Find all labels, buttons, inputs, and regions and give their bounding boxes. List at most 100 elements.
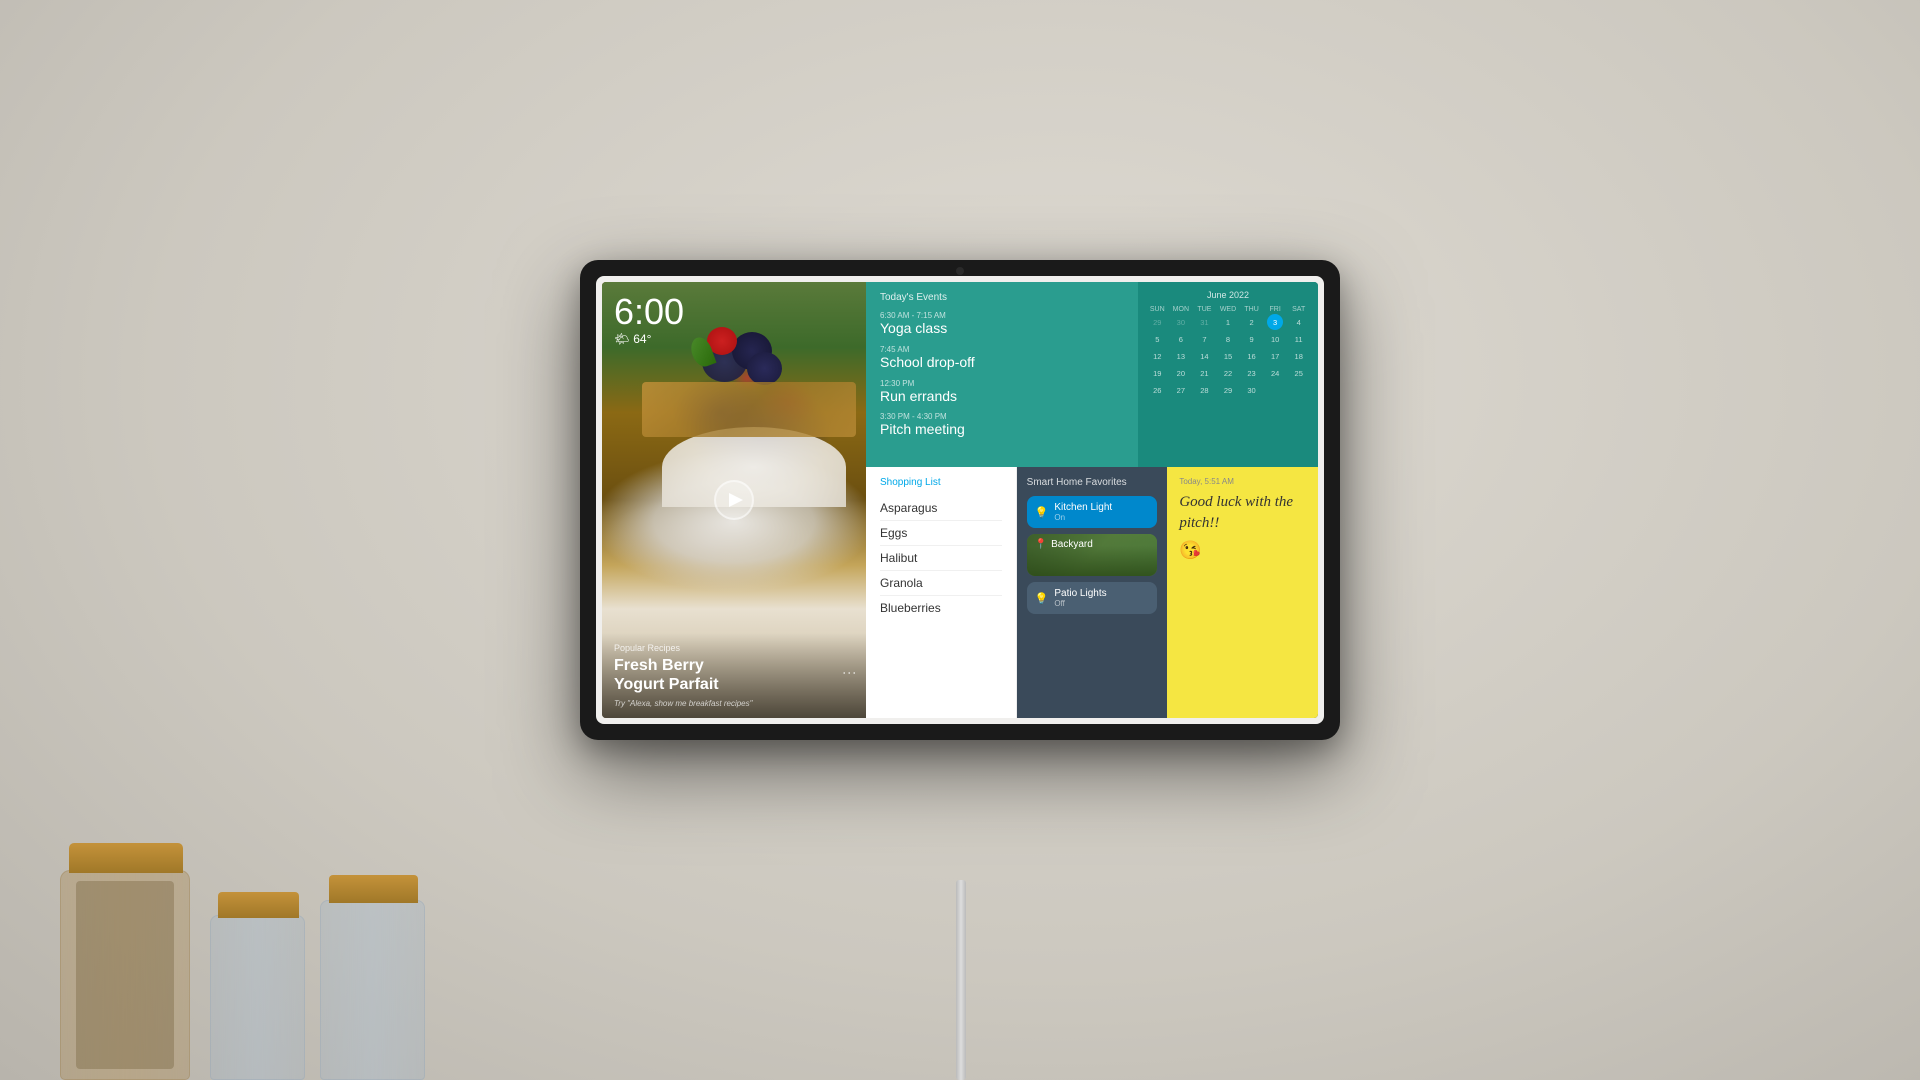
- cal-day[interactable]: 22: [1220, 365, 1236, 381]
- cal-day[interactable]: 28: [1196, 382, 1212, 398]
- cal-day[interactable]: 21: [1196, 365, 1212, 381]
- cal-day[interactable]: 7: [1196, 331, 1212, 347]
- cal-day-today[interactable]: 3: [1267, 314, 1283, 330]
- light-icon: 💡: [1035, 506, 1049, 519]
- time-display: 6:00: [614, 294, 684, 330]
- cal-day[interactable]: 26: [1149, 382, 1165, 398]
- cal-day[interactable]: 24: [1267, 365, 1283, 381]
- play-button[interactable]: [714, 480, 754, 520]
- recipe-hint: Try "Alexa, show me breakfast recipes": [614, 699, 854, 708]
- note-emoji: 😘: [1179, 540, 1306, 561]
- cal-header-sat: SAT: [1287, 306, 1310, 313]
- note-time: Today, 5:51 AM: [1179, 477, 1306, 486]
- calendar-month: June 2022: [1146, 290, 1310, 300]
- top-section: Today's Events 6:30 AM - 7:15 AM Yoga cl…: [866, 282, 1318, 467]
- note-text: Good luck with the pitch!!: [1179, 492, 1306, 534]
- shopping-item[interactable]: Halibut: [880, 546, 1002, 571]
- backyard-button[interactable]: 📍 Backyard: [1027, 534, 1158, 576]
- event-name: Pitch meeting: [880, 421, 1124, 438]
- play-icon: [729, 493, 743, 507]
- recipe-panel: 6:00 🌤 64° Popular Recipes Fresh BerryYo…: [602, 282, 866, 718]
- cal-day[interactable]: 8: [1220, 331, 1236, 347]
- cal-header-fri: FRI: [1264, 306, 1287, 313]
- event-name: Run errands: [880, 388, 1124, 405]
- cal-day[interactable]: 19: [1149, 365, 1165, 381]
- cal-day[interactable]: 9: [1244, 331, 1260, 347]
- cal-day: [1267, 382, 1283, 398]
- cal-day[interactable]: 29: [1220, 382, 1236, 398]
- cal-day[interactable]: 23: [1244, 365, 1260, 381]
- time-weather: 6:00 🌤 64°: [614, 294, 684, 346]
- cal-day[interactable]: 12: [1149, 348, 1165, 364]
- cal-header-tue: TUE: [1193, 306, 1216, 313]
- shopping-item[interactable]: Eggs: [880, 521, 1002, 546]
- kitchen-light-name: Kitchen Light: [1054, 502, 1149, 513]
- shopping-item[interactable]: Granola: [880, 571, 1002, 596]
- event-item[interactable]: 7:45 AM School drop-off: [880, 345, 1124, 371]
- cal-day[interactable]: 20: [1173, 365, 1189, 381]
- note-panel: Today, 5:51 AM Good luck with the pitch!…: [1167, 467, 1318, 718]
- event-time: 7:45 AM: [880, 345, 1124, 354]
- patio-lights-status: Off: [1054, 599, 1149, 608]
- smarthome-panel: Smart Home Favorites 💡 Kitchen Light On: [1017, 467, 1168, 718]
- shopping-list-title: Shopping List: [880, 477, 1002, 488]
- cal-day[interactable]: 15: [1220, 348, 1236, 364]
- right-panel: Today's Events 6:30 AM - 7:15 AM Yoga cl…: [866, 282, 1318, 718]
- backyard-name: Backyard: [1051, 539, 1093, 550]
- recipe-title: Fresh BerryYogurt Parfait: [614, 656, 854, 694]
- event-item[interactable]: 12:30 PM Run errands: [880, 379, 1124, 405]
- patio-lights-button[interactable]: 💡 Patio Lights Off: [1027, 582, 1158, 614]
- recipe-tag: Popular Recipes: [614, 643, 854, 653]
- shopping-item[interactable]: Asparagus: [880, 496, 1002, 521]
- cal-day[interactable]: 5: [1149, 331, 1165, 347]
- patio-light-icon: 💡: [1035, 592, 1049, 605]
- events-title: Today's Events: [880, 292, 1124, 303]
- cal-day[interactable]: 14: [1196, 348, 1212, 364]
- dots-menu[interactable]: ⋮: [842, 666, 858, 682]
- cal-header-wed: WED: [1217, 306, 1240, 313]
- event-item[interactable]: 3:30 PM - 4:30 PM Pitch meeting: [880, 412, 1124, 438]
- cal-day: [1291, 382, 1307, 398]
- calendar-grid: SUN MON TUE WED THU FRI SAT 29 30 31 1: [1146, 306, 1310, 398]
- cal-day[interactable]: 11: [1291, 331, 1307, 347]
- patio-lights-info: Patio Lights Off: [1054, 588, 1149, 608]
- event-item[interactable]: 6:30 AM - 7:15 AM Yoga class: [880, 311, 1124, 337]
- cal-day[interactable]: 29: [1149, 314, 1165, 330]
- cal-day[interactable]: 17: [1267, 348, 1283, 364]
- location-icon: 📍: [1035, 539, 1047, 550]
- cal-day[interactable]: 27: [1173, 382, 1189, 398]
- cal-day[interactable]: 10: [1267, 331, 1283, 347]
- calendar-panel: June 2022 SUN MON TUE WED THU FRI SAT 29: [1138, 282, 1318, 467]
- patio-lights-name: Patio Lights: [1054, 588, 1149, 599]
- screen: 6:00 🌤 64° Popular Recipes Fresh BerryYo…: [602, 282, 1318, 718]
- cal-day[interactable]: 16: [1244, 348, 1260, 364]
- cal-day[interactable]: 30: [1244, 382, 1260, 398]
- cal-day[interactable]: 1: [1220, 314, 1236, 330]
- kitchen-light-status: On: [1054, 513, 1149, 522]
- event-time: 6:30 AM - 7:15 AM: [880, 311, 1124, 320]
- kitchen-light-info: Kitchen Light On: [1054, 502, 1149, 522]
- weather-icon: 🌤: [614, 332, 629, 346]
- cal-day[interactable]: 2: [1244, 314, 1260, 330]
- smarthome-title: Smart Home Favorites: [1027, 477, 1158, 488]
- cal-day[interactable]: 31: [1196, 314, 1212, 330]
- event-time: 3:30 PM - 4:30 PM: [880, 412, 1124, 421]
- cal-header-mon: MON: [1170, 306, 1193, 313]
- cal-day[interactable]: 4: [1291, 314, 1307, 330]
- cal-day[interactable]: 25: [1291, 365, 1307, 381]
- cal-day[interactable]: 6: [1173, 331, 1189, 347]
- cal-day[interactable]: 13: [1173, 348, 1189, 364]
- kitchen-light-button[interactable]: 💡 Kitchen Light On: [1027, 496, 1158, 528]
- weather-display: 🌤 64°: [614, 332, 684, 346]
- cal-day[interactable]: 30: [1173, 314, 1189, 330]
- event-time: 12:30 PM: [880, 379, 1124, 388]
- event-name: School drop-off: [880, 354, 1124, 371]
- cal-day[interactable]: 18: [1291, 348, 1307, 364]
- recipe-info: Popular Recipes Fresh BerryYogurt Parfai…: [602, 633, 866, 718]
- cal-header-thu: THU: [1240, 306, 1263, 313]
- camera-dot: [956, 267, 964, 275]
- shopping-item[interactable]: Blueberries: [880, 596, 1002, 620]
- cal-header-sun: SUN: [1146, 306, 1169, 313]
- shopping-panel: Shopping List Asparagus Eggs Halibut Gra…: [866, 467, 1017, 718]
- device-bezel: 6:00 🌤 64° Popular Recipes Fresh BerryYo…: [596, 276, 1324, 724]
